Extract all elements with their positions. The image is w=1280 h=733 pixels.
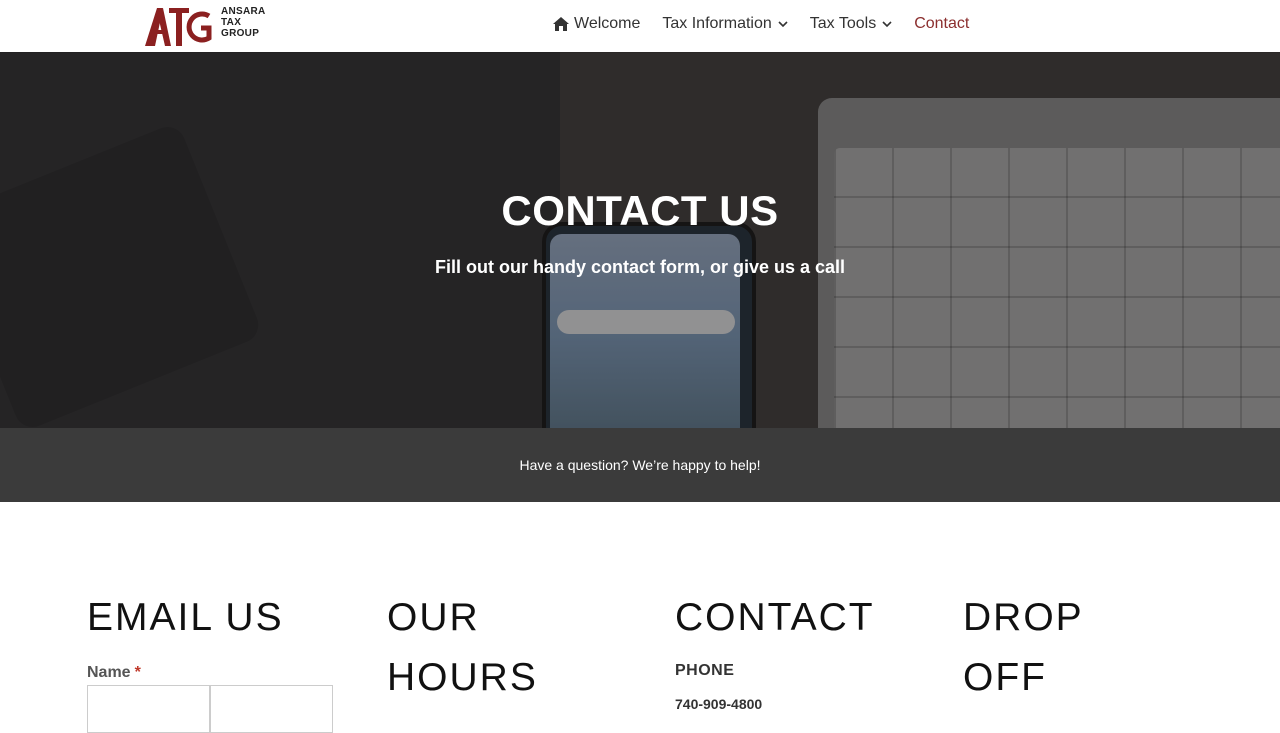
hero-overlay xyxy=(0,52,1280,428)
last-name-input[interactable] xyxy=(210,685,333,733)
site-header: ANSARA TAX GROUP Welcome Tax Information… xyxy=(0,0,1280,52)
chevron-down-icon xyxy=(778,21,788,28)
nav-contact-label: Contact xyxy=(914,15,970,32)
nav-tax-tools-label: Tax Tools xyxy=(809,15,877,32)
our-hours-heading-line-2: HOURS xyxy=(387,656,538,699)
help-band-text: Have a question? We’re happy to help! xyxy=(519,457,761,473)
contact-column: CONTACT xyxy=(675,588,935,648)
hero-title: CONTACT US xyxy=(501,187,779,234)
hero-banner: CONTACT US Fill out our handy contact fo… xyxy=(0,52,1280,428)
chevron-down-icon xyxy=(882,21,892,28)
logo-line-2: TAX xyxy=(221,17,242,28)
our-hours-heading: OUR HOURS xyxy=(387,588,637,708)
help-band: Have a question? We’re happy to help! xyxy=(0,428,1280,502)
drop-off-heading-line-1: DROP xyxy=(963,596,1084,639)
our-hours-heading-line-1: OUR xyxy=(387,596,480,639)
drop-off-column: DROP OFF xyxy=(963,588,1213,708)
nav-item-tax-tools[interactable]: Tax Tools xyxy=(810,15,892,33)
logo-line-3: GROUP xyxy=(221,28,260,39)
name-label-text: Name xyxy=(87,664,131,681)
nav-item-tax-information[interactable]: Tax Information xyxy=(662,15,788,33)
logo-wordmark: ANSARA TAX GROUP xyxy=(221,6,266,39)
name-field-label: Name * xyxy=(87,664,141,682)
required-mark: * xyxy=(134,664,141,681)
phone-label: PHONE xyxy=(675,662,735,679)
email-us-heading: EMAIL US xyxy=(87,596,284,639)
logo-mark-icon xyxy=(145,8,212,46)
site-logo[interactable]: ANSARA TAX GROUP xyxy=(143,6,265,48)
phone-number[interactable]: 740-909-4800 xyxy=(675,696,762,712)
hero-subtitle: Fill out our handy contact form, or give… xyxy=(434,257,846,277)
nav-tax-information-label: Tax Information xyxy=(662,15,772,32)
drop-off-heading: DROP OFF xyxy=(963,588,1213,708)
home-icon xyxy=(553,17,569,31)
main-nav: Welcome Tax Information Tax Tools Contac… xyxy=(552,0,969,48)
nav-item-contact[interactable]: Contact xyxy=(914,15,969,33)
drop-off-heading-line-2: OFF xyxy=(963,656,1047,699)
contact-heading: CONTACT xyxy=(675,596,875,639)
first-name-input[interactable] xyxy=(87,685,210,733)
our-hours-column: OUR HOURS xyxy=(387,588,637,708)
nav-item-welcome[interactable]: Welcome xyxy=(552,15,640,33)
logo-line-1: ANSARA xyxy=(221,6,266,17)
nav-welcome-label: Welcome xyxy=(574,15,641,32)
email-us-column: EMAIL US xyxy=(87,588,347,648)
